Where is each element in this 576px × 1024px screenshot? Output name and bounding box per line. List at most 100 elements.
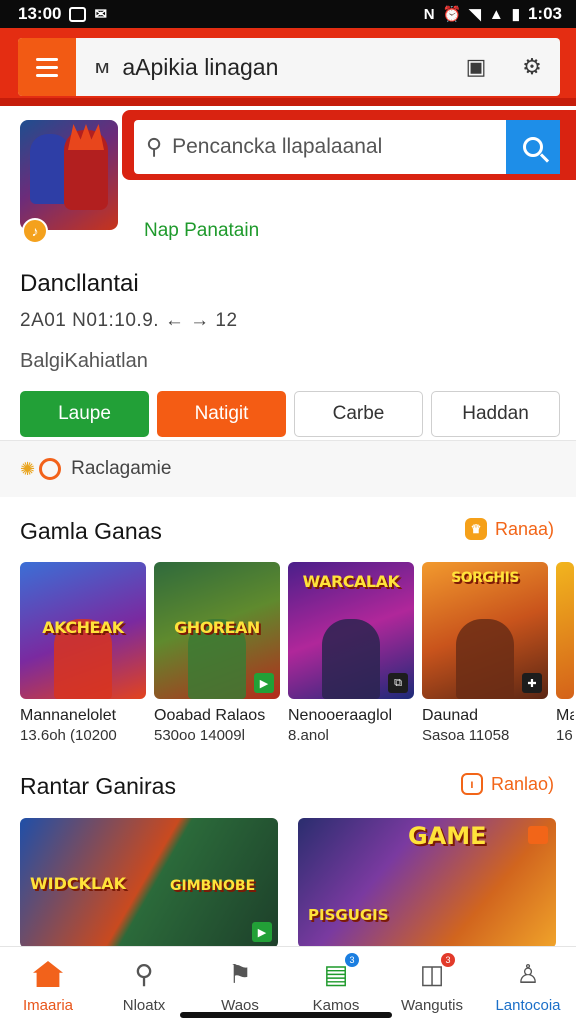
home-icon [31,957,65,991]
meta-line: 2A01 N01:10.9. ← → 12 [20,310,238,331]
bag-icon: ◫ 3 [415,953,455,991]
nav-item-home[interactable]: Imaaria [0,947,96,1024]
subhead: BalgiKahiatlan [20,350,148,372]
logo-icon: ᴍ [94,56,110,77]
home-icon-shape [33,961,63,987]
gamepad-icon: ▤ 3 [319,953,359,991]
section-link-1[interactable]: ♛ Ranaa) [464,518,554,540]
flag-icon: ⚑ [228,958,252,989]
carbe-button[interactable]: Carbe [294,391,423,437]
play-icon: ▶ [252,922,272,942]
app-bar: ᴍ aApikia linagan ▣ ⚙ [18,38,560,96]
menu-button[interactable] [18,38,76,96]
game-row-1: AKCHEAK Mannanelolet 13.6oh (10200 GHORE… [20,562,574,744]
game-art [556,562,574,699]
user-icon: ♙ [516,958,540,989]
search-button[interactable] [506,120,560,174]
nav-item-search[interactable]: ⚲ Nloatx [96,947,192,1024]
game-art-title: WARCALAK [302,572,400,591]
bag-badge: 3 [441,953,455,967]
wifi-icon: ◥ [469,5,481,23]
game-name: Nenooeraaglol [288,707,393,724]
page-title: Dancllantai [20,270,139,297]
game-art-title: AKCHEAK [42,618,124,637]
menu-icon-line [36,73,58,77]
hero-thumbnail[interactable] [20,120,118,230]
flag-icon [528,826,548,844]
status-bar: 13:00 ✉ N ⏰ ◥ ▲ ▮ 1:03 [0,0,576,28]
ranking-label: Raclagamie [71,458,172,479]
game-art-title: SORGHIS [451,570,519,586]
search-icon: ⚲ [134,958,154,989]
menu-icon [36,57,58,61]
game-art-title: WIDCKLAK [30,874,126,893]
game-stat: 530oo 14009l [154,727,245,744]
game-art: GHOREAN ▶ [154,562,280,699]
gallery-icon [69,6,87,22]
nav-label: Imaaria [22,997,74,1014]
game-card[interactable]: AKCHEAK Mannanelolet 13.6oh (10200 [20,562,146,744]
action-button-row: Laupe Natigit Carbe Haddan [20,391,560,437]
battery-icon: ▮ [511,5,520,23]
game-art: SORGHIS ✚ [422,562,548,699]
nfc-icon: N [423,5,435,23]
section-link-2-label: Ranlao) [490,773,554,794]
game-stat: 13.6oh (10200 [20,727,117,744]
signal-icon: ▲ [488,5,504,23]
game-name: Mannanelolet [20,707,117,724]
section-link-2[interactable]: ı Ranlao) [460,773,554,795]
game-stat: 16 [556,727,573,744]
search-button-icon [523,137,543,157]
map-link[interactable]: Nap Panatain [144,220,259,242]
game-art-title: GAME [408,822,487,850]
search-box: ⚲ [134,120,506,174]
sun-icon: ✺ [20,458,36,479]
play-icon: ▶ [254,673,274,693]
app-title: aApikia linagan [122,53,279,80]
ranking-icon: ı [460,773,483,795]
game-art: AKCHEAK [20,562,146,699]
share-icon: ⧉ [388,673,408,693]
laupe-button[interactable]: Laupe [20,391,149,437]
natigit-button[interactable]: Natigit [157,391,286,437]
game-name: Ma [556,707,574,724]
game-art: WARCALAK ⧉ [288,562,414,699]
status-left: 13:00 ✉ [18,4,107,24]
nav-item-bag[interactable]: ◫ 3 Wangutis [384,947,480,1024]
home-indicator[interactable] [180,1012,392,1018]
status-right: N ⏰ ◥ ▲ ▮ 1:03 [424,4,562,24]
games-badge: 3 [345,953,359,967]
game-row-2: WIDCKLAK GIMBNOBE ▶ GAME PISGUGIS [20,818,556,948]
ranking-strip[interactable]: ✺ Raclagamie [0,441,576,497]
status-right-time: 1:03 [527,4,562,23]
settings-button[interactable]: ⚙ [504,54,560,80]
status-time: 13:00 [18,4,62,23]
game-card[interactable]: SORGHIS ✚ Daunad Sasoa 11058 [422,562,548,744]
game-card-partial[interactable]: Ma 16 [556,562,574,744]
game-card[interactable]: GHOREAN ▶ Ooabad Ralaos 530oo 14009l [154,562,280,744]
gear-icon: ⚙ [522,54,542,79]
ranking-icon: ♛ [464,518,487,540]
game-card[interactable]: WARCALAK ⧉ Nenooeraaglol 8.anol [288,562,414,744]
game-figure [322,619,380,699]
game-art-title: PISGUGIS [308,906,389,924]
section-title-1: Gamla Ganas [20,518,162,544]
bookmark-button[interactable]: ▣ [448,54,504,80]
search-input[interactable] [172,135,483,159]
game-card-wide[interactable]: GAME PISGUGIS [298,818,556,948]
alarm-icon: ⏰ [442,5,462,23]
app-title-wrap: ᴍ aApikia linagan [76,54,448,81]
expand-icon: ✚ [522,673,542,693]
section-title-2: Rantar Ganiras [20,773,176,799]
header-band-edge [0,98,576,106]
game-card-wide[interactable]: WIDCKLAK GIMBNOBE ▶ [20,818,278,948]
game-figure [456,619,514,699]
nav-label: Wangutis [401,997,463,1014]
game-stat: 8.anol [288,727,329,744]
haddan-button[interactable]: Haddan [431,391,560,437]
ring-icon [39,458,62,480]
section-link-1-label: Ranaa) [494,518,554,539]
menu-icon-line [36,65,58,69]
nav-item-profile[interactable]: ♙ Lantocoia [480,947,576,1024]
game-name: Daunad [422,707,479,724]
